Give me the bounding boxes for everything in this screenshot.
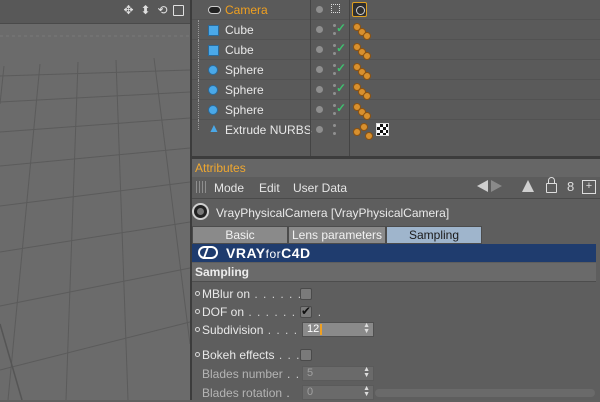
object-row-sphere[interactable]: Sphere ✓	[192, 80, 600, 100]
attributes-title: Attributes	[195, 161, 246, 175]
blades-rotation-input[interactable]: 0 ▲ ▼	[302, 385, 374, 400]
camera-icon	[208, 6, 221, 14]
blades-rotation-slider[interactable]	[375, 389, 595, 397]
object-name: Sphere	[225, 63, 264, 77]
prop-subdivision: Subdivision . . . . . 12 ▲ ▼	[192, 321, 600, 339]
new-panel-icon[interactable]: +	[582, 180, 596, 194]
cube-icon	[208, 25, 219, 36]
menu-edit[interactable]: Edit	[259, 181, 280, 195]
object-header: VrayPhysicalCamera [VrayPhysicalCamera]	[192, 199, 600, 226]
object-row-camera[interactable]: Camera	[192, 0, 600, 20]
tab-lens-parameters[interactable]: Lens parameters	[288, 226, 386, 244]
spinner-icon[interactable]: ▲ ▼	[363, 322, 370, 335]
prop-bokeh-effects: Bokeh effects . . . .	[192, 346, 600, 364]
sphere-icon	[208, 85, 218, 95]
camera-icon	[192, 203, 209, 220]
object-row-cube[interactable]: Cube ✓	[192, 20, 600, 40]
attributes-header: Attributes	[192, 159, 600, 178]
object-name: Cube	[225, 23, 254, 37]
object-name: Camera	[225, 3, 268, 17]
prop-mblur: MBlur on . . . . . . .	[192, 285, 600, 303]
link-icon[interactable]: 8	[567, 179, 574, 194]
object-manager: Camera Cube ✓ Cube ✓ Sphere ✓ Sphere ✓ S…	[192, 0, 600, 156]
menu-user-data[interactable]: User Data	[293, 181, 347, 195]
subdivision-input[interactable]: 12 ▲ ▼	[302, 322, 374, 337]
up-arrow-icon[interactable]	[522, 180, 534, 192]
object-row-sphere[interactable]: Sphere ✓	[192, 100, 600, 120]
object-row-extrude-nurbs[interactable]: ▲ Extrude NURBS	[192, 120, 600, 156]
prop-blades-number: Blades number . . 5 ▲ ▼	[192, 365, 600, 383]
enabled-check-icon[interactable]: ✓	[336, 41, 346, 55]
tab-sampling[interactable]: Sampling	[386, 226, 482, 244]
animation-dot-icon[interactable]	[195, 352, 200, 357]
object-name: Cube	[225, 43, 254, 57]
enabled-check-icon[interactable]: ✓	[336, 101, 346, 115]
maximize-icon[interactable]	[173, 5, 184, 16]
prop-blades-rotation: Blades rotation . 0 ▲ ▼	[192, 384, 600, 402]
material-tag-icon[interactable]	[376, 123, 389, 136]
viewport-header: ✥ ⬍ ⟲	[0, 0, 190, 24]
object-row-cube[interactable]: Cube ✓	[192, 40, 600, 60]
lock-icon[interactable]	[546, 177, 557, 193]
enabled-check-icon[interactable]: ✓	[336, 61, 346, 75]
animation-dot-icon[interactable]	[195, 327, 200, 332]
camera-tag-icon[interactable]	[352, 2, 367, 17]
bokeh-checkbox[interactable]	[300, 349, 312, 361]
rotate-icon[interactable]: ⟲	[156, 4, 169, 17]
enabled-check-icon[interactable]: ✓	[336, 21, 346, 35]
target-icon[interactable]	[331, 4, 340, 13]
object-name: Extrude NURBS	[225, 123, 312, 137]
section-title: Sampling	[195, 265, 250, 279]
vray-logo-text: VRAYforC4D	[226, 245, 311, 261]
menu-mode[interactable]: Mode	[214, 181, 244, 195]
object-title: VrayPhysicalCamera [VrayPhysicalCamera]	[216, 206, 450, 220]
vray-logo-icon	[198, 246, 218, 259]
attribute-tabs: Basic Lens parameters Sampling	[192, 226, 600, 244]
dof-checkbox[interactable]: ✔	[300, 305, 312, 318]
vray-banner: VRAYforC4D	[192, 244, 596, 262]
section-header[interactable]: Sampling	[192, 263, 596, 282]
grip-icon[interactable]	[196, 181, 206, 193]
prop-dof: DOF on . . . . . . . . . ✔	[192, 303, 600, 321]
animation-dot-icon[interactable]	[195, 309, 200, 314]
object-name: Sphere	[225, 103, 264, 117]
sphere-icon	[208, 65, 218, 75]
attributes-menubar: Mode Edit User Data 8 +	[192, 177, 600, 199]
blades-number-input[interactable]: 5 ▲ ▼	[302, 366, 374, 381]
mblur-checkbox[interactable]	[300, 288, 312, 300]
object-row-sphere[interactable]: Sphere ✓	[192, 60, 600, 80]
move-icon[interactable]: ✥	[122, 4, 135, 17]
back-arrow-icon[interactable]	[477, 180, 488, 192]
forward-arrow-icon[interactable]	[491, 180, 502, 192]
enabled-check-icon[interactable]: ✓	[336, 81, 346, 95]
extrude-icon: ▲	[208, 121, 220, 135]
arrow-down-icon[interactable]: ⬍	[139, 4, 152, 17]
right-panels: Camera Cube ✓ Cube ✓ Sphere ✓ Sphere ✓ S…	[192, 0, 600, 400]
animation-dot-icon[interactable]	[195, 291, 200, 296]
3d-viewport[interactable]: ✥ ⬍ ⟲	[0, 0, 190, 400]
tab-basic[interactable]: Basic	[192, 226, 288, 244]
cube-icon	[208, 45, 219, 56]
sphere-icon	[208, 105, 218, 115]
object-name: Sphere	[225, 83, 264, 97]
viewport-grid	[0, 24, 190, 400]
